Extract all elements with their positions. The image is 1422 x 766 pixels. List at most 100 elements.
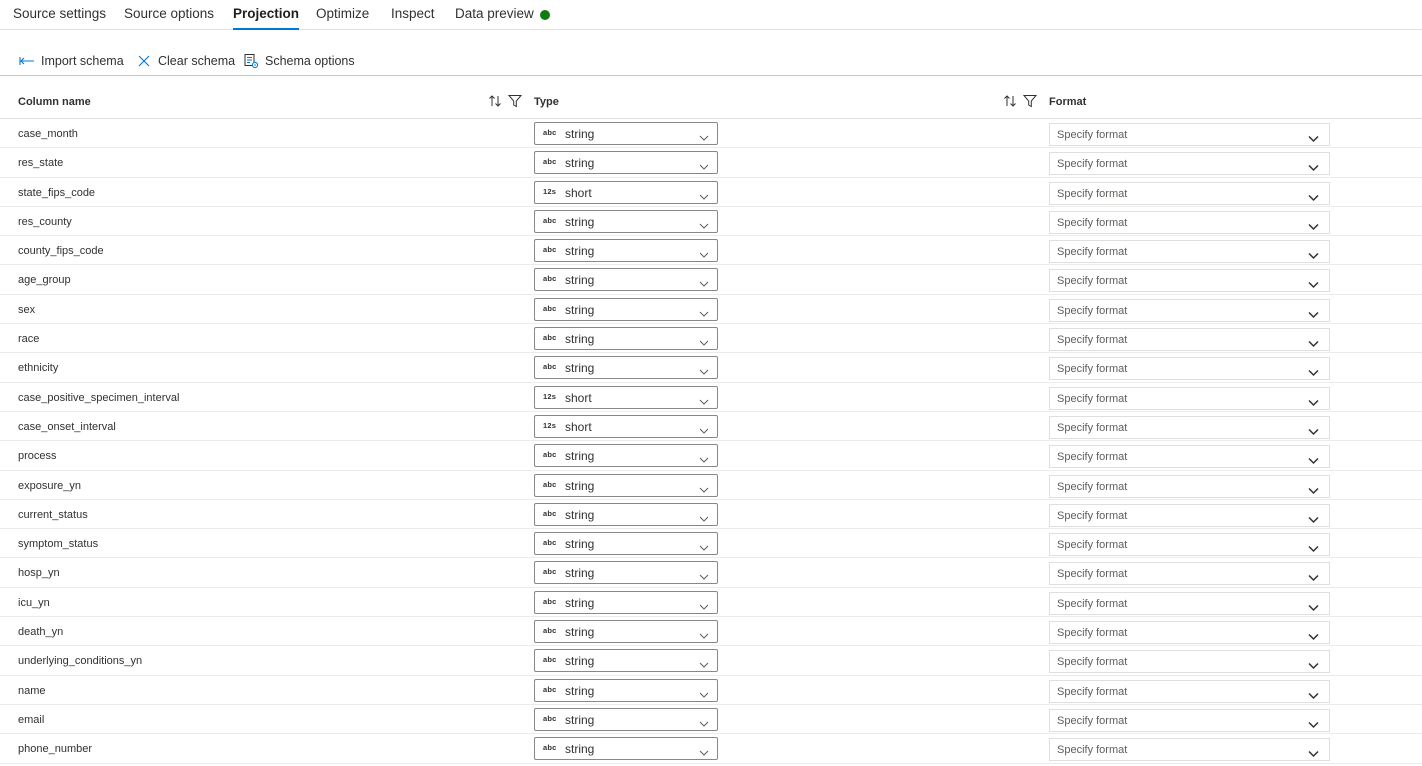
table-row: case_positive_specimen_interval 12s short S… [0, 383, 1422, 412]
chevron-down-icon [699, 275, 709, 293]
type-dropdown[interactable]: abc string [534, 122, 718, 145]
type-dropdown[interactable]: abc string [534, 268, 718, 293]
chevron-down-icon[interactable] [1308, 247, 1319, 265]
chevron-down-icon[interactable] [1308, 452, 1319, 470]
chevron-down-icon[interactable] [1308, 423, 1319, 441]
string-type-icon: abc [543, 743, 557, 753]
tab-data-preview[interactable]: Data preview [455, 6, 534, 30]
type-dropdown[interactable]: abc string [534, 707, 718, 731]
tab-inspect[interactable]: Inspect [391, 6, 435, 30]
tab-optimize[interactable]: Optimize [316, 6, 369, 30]
string-type-icon: abc [543, 626, 557, 636]
chevron-down-icon[interactable] [1308, 628, 1319, 646]
type-value: string [565, 712, 595, 727]
chevron-down-icon[interactable] [1308, 335, 1319, 353]
chevron-down-icon [699, 686, 709, 704]
type-dropdown[interactable]: abc string [534, 444, 718, 468]
chevron-down-icon[interactable] [1308, 569, 1319, 587]
format-combobox[interactable]: Specify format [1049, 591, 1330, 617]
type-dropdown[interactable]: abc string [534, 473, 718, 497]
format-combobox[interactable]: Specify format [1049, 210, 1330, 236]
chevron-down-icon[interactable] [1308, 159, 1319, 177]
type-dropdown[interactable]: abc string [534, 590, 718, 614]
format-combobox[interactable]: Specify format [1049, 298, 1330, 324]
chevron-down-icon[interactable] [1308, 189, 1319, 207]
type-dropdown[interactable]: abc string [534, 502, 718, 526]
type-dropdown[interactable]: abc string [534, 239, 718, 263]
type-dropdown[interactable]: 12s short [534, 180, 718, 204]
type-dropdown[interactable]: 12s short [534, 414, 718, 438]
type-dropdown[interactable]: abc string [534, 151, 718, 175]
type-dropdown[interactable]: abc string [534, 327, 718, 351]
chevron-down-icon[interactable] [1308, 511, 1319, 529]
type-value: string [565, 273, 595, 288]
chevron-down-icon[interactable] [1308, 306, 1319, 324]
format-combobox[interactable]: Specify format [1049, 503, 1330, 529]
chevron-down-icon[interactable] [1308, 218, 1319, 236]
filter-icon[interactable] [507, 94, 523, 113]
chevron-down-icon[interactable] [1308, 716, 1319, 734]
table-header: Column name Type Format [0, 88, 1422, 119]
type-dropdown[interactable]: abc string [534, 561, 718, 585]
format-combobox[interactable]: Specify format [1049, 269, 1330, 294]
type-dropdown[interactable]: abc string [534, 297, 718, 321]
format-combobox[interactable]: Specify format [1049, 386, 1330, 412]
chevron-down-icon[interactable] [1308, 540, 1319, 558]
clear-schema-button[interactable]: Clear schema [136, 46, 235, 76]
type-dropdown[interactable]: abc string [534, 209, 718, 233]
schema-rows: case_month abc string Specify format res_sta… [0, 119, 1422, 764]
import-schema-button[interactable]: Import schema [19, 46, 124, 76]
format-combobox[interactable]: Specify format [1049, 621, 1330, 646]
format-combobox[interactable]: Specify format [1049, 152, 1330, 177]
format-combobox[interactable]: Specify format [1049, 708, 1330, 734]
format-combobox[interactable]: Specify format [1049, 445, 1330, 470]
type-dropdown[interactable]: abc string [534, 532, 718, 556]
type-dropdown[interactable]: abc string [534, 678, 718, 704]
tab-source-options[interactable]: Source options [124, 6, 214, 30]
chevron-down-icon[interactable] [1308, 364, 1319, 382]
close-icon [136, 53, 152, 69]
column-name-header: Column name [18, 96, 91, 108]
chevron-down-icon[interactable] [1308, 657, 1319, 675]
type-value: string [565, 449, 595, 464]
format-combobox[interactable]: Specify format [1049, 738, 1330, 763]
format-combobox[interactable]: Specify format [1049, 562, 1330, 587]
chevron-down-icon[interactable] [1308, 276, 1319, 294]
column-name-cell: current_status [18, 508, 88, 521]
string-type-icon: abc [543, 157, 557, 167]
format-combobox[interactable]: Specify format [1049, 679, 1330, 705]
format-combobox[interactable]: Specify format [1049, 240, 1330, 265]
filter-icon[interactable] [1022, 94, 1038, 113]
format-combobox[interactable]: Specify format [1049, 123, 1330, 146]
type-dropdown[interactable]: abc string [534, 356, 718, 380]
string-type-icon: abc [543, 303, 557, 313]
schema-options-button[interactable]: Schema options [243, 46, 355, 76]
sort-icon[interactable] [1003, 94, 1017, 113]
tab-projection[interactable]: Projection [233, 6, 300, 30]
format-combobox[interactable]: Specify format [1049, 533, 1330, 558]
format-combobox[interactable]: Specify format [1049, 415, 1330, 441]
type-dropdown[interactable]: 12s short [534, 385, 718, 409]
chevron-down-icon[interactable] [1308, 482, 1319, 500]
chevron-down-icon[interactable] [1308, 394, 1319, 412]
column-name-cell: case_month [18, 128, 78, 140]
schema-toolbar: Import schema Clear schema Schema option… [0, 46, 1422, 76]
chevron-down-icon[interactable] [1308, 130, 1319, 148]
format-combobox[interactable]: Specify format [1049, 328, 1330, 353]
format-combobox[interactable]: Specify format [1049, 650, 1330, 675]
type-value: string [565, 244, 595, 259]
format-combobox[interactable]: Specify format [1049, 474, 1330, 500]
format-combobox[interactable]: Specify format [1049, 181, 1330, 207]
column-name-cell: state_fips_code [18, 186, 96, 199]
type-dropdown[interactable]: abc string [534, 737, 718, 761]
chevron-down-icon[interactable] [1308, 599, 1319, 617]
tab-source-settings[interactable]: Source settings [13, 6, 106, 30]
type-dropdown[interactable]: abc string [534, 620, 718, 644]
format-combobox[interactable]: Specify format [1049, 357, 1330, 382]
chevron-down-icon[interactable] [1308, 687, 1319, 705]
chevron-down-icon[interactable] [1308, 745, 1319, 763]
type-dropdown[interactable]: abc string [534, 649, 718, 673]
column-name-cell: symptom_status [18, 538, 99, 551]
format-placeholder: Specify format [1057, 216, 1128, 229]
sort-icon[interactable] [488, 94, 502, 113]
